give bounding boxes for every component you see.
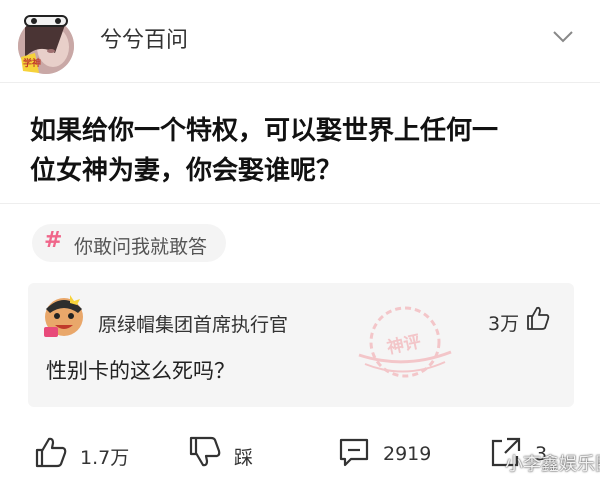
question-title-line-2[interactable]: 位女神为妻，你会娶谁呢？ — [30, 150, 342, 187]
dislike-icon[interactable] — [188, 435, 222, 469]
question-title-line-1[interactable]: 如果给你一个特权，可以娶世界上任何一 — [30, 110, 498, 147]
dislike-label[interactable]: 踩 — [234, 443, 253, 470]
comment-like-count: 3万 — [488, 313, 520, 335]
hot-comment-card[interactable] — [28, 283, 574, 407]
comment-icon[interactable] — [337, 435, 371, 469]
topic-tag[interactable]: # 你敢问我就敢答 — [32, 224, 226, 262]
topic-label: 你敢问我就敢答 — [74, 236, 208, 258]
comment-count[interactable]: 2919 — [383, 443, 431, 465]
avatar-badge: 学神 — [23, 57, 41, 69]
chevron-down-icon[interactable] — [552, 30, 574, 44]
hash-icon: # — [44, 228, 63, 253]
hot-comment-stamp-icon: 神评 — [358, 306, 452, 378]
commenter-name[interactable]: 原绿帽集团首席执行官 — [98, 310, 288, 337]
post-header: 学神 兮兮百问 — [0, 0, 600, 80]
like-count[interactable]: 1.7万 — [80, 443, 129, 470]
user-avatar[interactable]: 学神 — [15, 13, 77, 75]
comment-text: 性别卡的这么死吗？ — [46, 359, 235, 383]
watermark-text: 小李鑫娱乐圈 — [505, 454, 600, 475]
like-icon[interactable] — [34, 435, 68, 469]
stamp-label: 神评 — [385, 331, 423, 359]
commenter-avatar[interactable] — [40, 291, 88, 339]
thumbs-up-icon[interactable] — [526, 305, 550, 331]
post-author-name[interactable]: 兮兮百问 — [100, 22, 188, 54]
